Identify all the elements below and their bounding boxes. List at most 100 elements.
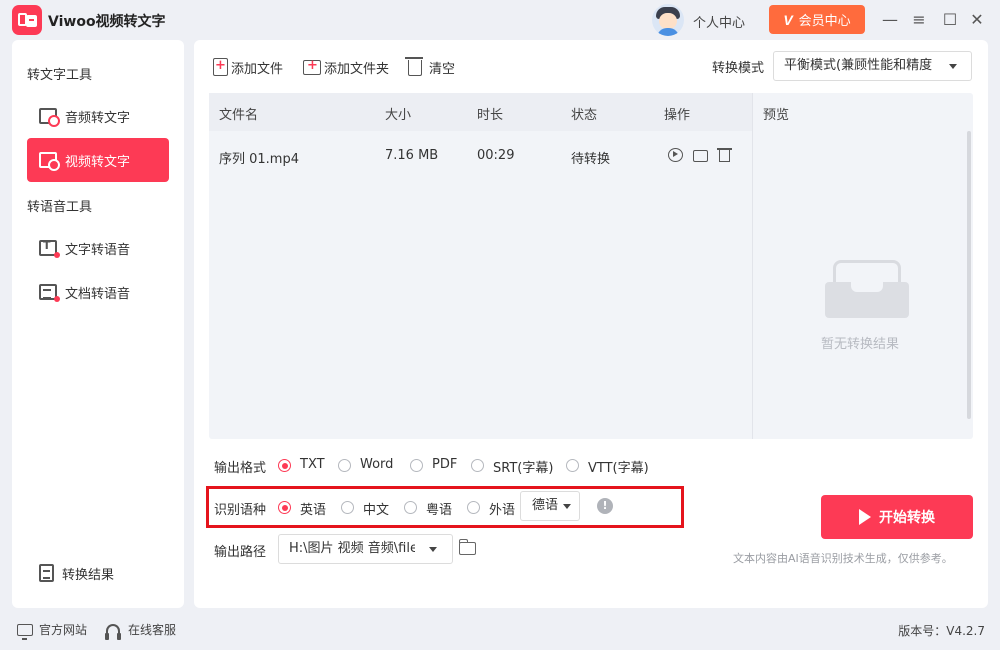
sidebar: 转文字工具 音频转文字 视频转文字 转语音工具 文字转语音 文档转语音 转换结果: [12, 40, 184, 608]
column-header-status: 状态: [571, 108, 598, 123]
chevron-down-icon: [429, 547, 437, 552]
column-header-name: 文件名: [219, 108, 259, 123]
info-icon[interactable]: !: [597, 498, 613, 514]
version-label: 版本号：V4.2.7: [898, 624, 985, 638]
table-header: 文件名 大小 时长 状态 操作: [209, 93, 752, 131]
sidebar-item-label: 音频转文字: [65, 110, 131, 126]
foreign-language-value: 德语: [532, 498, 559, 513]
language-option-chinese[interactable]: 中文: [363, 499, 389, 518]
format-radio-pdf[interactable]: [410, 459, 423, 472]
chevron-down-icon: [563, 504, 571, 509]
file-list-panel: 文件名 大小 时长 状态 操作 序列 01.mp4 7.16 MB 00:29 …: [209, 93, 973, 439]
app-title: Viwoo视频转文字: [48, 14, 166, 30]
profile-link[interactable]: 个人中心: [693, 12, 745, 31]
add-file-label: 添加文件: [231, 61, 284, 77]
sidebar-item-label: 文字转语音: [65, 242, 131, 258]
add-file-icon: [213, 58, 228, 76]
sidebar-item-text-to-speech[interactable]: 文字转语音: [27, 226, 169, 270]
column-header-size: 大小: [385, 108, 412, 123]
results-document-icon: [39, 564, 54, 582]
sidebar-group-title: 转文字工具: [27, 68, 93, 83]
title-bar: Viwoo视频转文字 个人中心 V 会员中心 — ≡ ☐ ✕: [0, 0, 1000, 40]
output-path-value: H:\图片 视频 音频\file: [289, 541, 418, 556]
close-icon[interactable]: ✕: [967, 10, 987, 30]
cell-duration: 00:29: [477, 148, 515, 163]
open-folder-icon[interactable]: [693, 150, 708, 162]
vip-center-button[interactable]: V 会员中心: [769, 5, 865, 34]
conversion-mode-label: 转换模式: [712, 61, 765, 76]
format-radio-vtt[interactable]: [566, 459, 579, 472]
app-logo-icon: [12, 5, 42, 35]
panel-divider: [752, 93, 753, 439]
foreign-language-select[interactable]: 德语: [520, 491, 580, 521]
add-file-button[interactable]: 添加文件: [213, 56, 283, 78]
trash-icon: [405, 57, 423, 76]
format-option-srt[interactable]: SRT(字幕): [493, 457, 553, 476]
cell-file-name: 序列 01.mp4: [219, 152, 299, 167]
format-option-word[interactable]: Word: [360, 457, 393, 472]
vip-icon: V: [783, 11, 793, 28]
output-path-select[interactable]: H:\图片 视频 音频\file: [278, 534, 453, 564]
output-format-label: 输出格式: [214, 461, 267, 476]
format-option-pdf[interactable]: PDF: [432, 457, 457, 472]
sidebar-item-label: 视频转文字: [65, 154, 131, 170]
conversion-mode-value: 平衡模式(兼顾性能和精度: [784, 58, 933, 73]
vip-center-label: 会员中心: [798, 13, 851, 28]
delete-icon[interactable]: [717, 148, 732, 162]
minimize-icon[interactable]: —: [880, 10, 900, 30]
format-radio-word[interactable]: [338, 459, 351, 472]
maximize-icon[interactable]: ☐: [940, 10, 960, 30]
sidebar-item-video-to-text[interactable]: 视频转文字: [27, 138, 169, 182]
output-path-label: 输出路径: [214, 545, 267, 560]
monitor-icon: [17, 623, 33, 640]
language-option-cantonese[interactable]: 粤语: [426, 499, 452, 518]
sidebar-item-document-to-speech[interactable]: 文档转语音: [27, 270, 169, 314]
preview-scrollbar[interactable]: [967, 131, 971, 419]
online-support-link[interactable]: 在线客服: [105, 621, 177, 640]
browse-folder-icon[interactable]: [459, 539, 476, 555]
column-header-operations: 操作: [664, 108, 691, 123]
format-radio-srt[interactable]: [471, 459, 484, 472]
clear-label: 清空: [429, 61, 456, 77]
format-option-txt[interactable]: TXT: [300, 457, 325, 472]
headset-icon: [105, 623, 121, 640]
sidebar-item-label: 转换结果: [62, 567, 115, 583]
cell-status: 待转换: [571, 152, 611, 167]
main-panel: 添加文件 添加文件夹 清空 转换模式 平衡模式(兼顾性能和精度 文件名 大小 时…: [194, 40, 988, 608]
official-website-label: 官方网站: [39, 623, 88, 637]
play-icon[interactable]: [668, 148, 683, 162]
official-website-link[interactable]: 官方网站: [17, 621, 88, 640]
sidebar-item-label: 文档转语音: [65, 286, 131, 302]
language-radio-chinese[interactable]: [341, 501, 354, 514]
format-radio-txt[interactable]: [278, 459, 291, 472]
sidebar-group-title: 转语音工具: [27, 200, 93, 215]
menu-icon[interactable]: ≡: [909, 10, 929, 30]
language-option-english[interactable]: 英语: [300, 499, 326, 518]
column-header-duration: 时长: [477, 108, 504, 123]
conversion-mode-select[interactable]: 平衡模式(兼顾性能和精度: [773, 51, 972, 81]
text-to-speech-icon: [39, 239, 60, 258]
sidebar-item-results[interactable]: 转换结果: [27, 551, 169, 595]
start-conversion-button[interactable]: 开始转换: [821, 495, 973, 539]
sidebar-item-audio-to-text[interactable]: 音频转文字: [27, 94, 169, 138]
online-support-label: 在线客服: [128, 623, 177, 637]
language-radio-cantonese[interactable]: [404, 501, 417, 514]
language-option-foreign[interactable]: 外语: [489, 499, 515, 518]
video-to-text-icon: [39, 152, 60, 171]
preview-title: 预览: [763, 108, 790, 123]
language-radio-foreign[interactable]: [467, 501, 480, 514]
clear-button[interactable]: 清空: [405, 56, 456, 78]
user-avatar[interactable]: [652, 4, 684, 36]
cell-file-size: 7.16 MB: [385, 148, 439, 163]
add-folder-button[interactable]: 添加文件夹: [303, 56, 389, 78]
chevron-down-icon: [949, 64, 957, 69]
language-label: 识别语种: [214, 503, 267, 518]
ai-disclaimer-text: 文本内容由AI语音识别技术生成，仅供参考。: [733, 552, 953, 565]
empty-result-text: 暂无转换结果: [821, 337, 900, 352]
language-radio-english[interactable]: [278, 501, 291, 514]
start-conversion-label: 开始转换: [879, 509, 935, 525]
audio-to-text-icon: [39, 108, 60, 127]
empty-inbox-icon: [825, 260, 909, 320]
format-option-vtt[interactable]: VTT(字幕): [588, 457, 649, 476]
play-icon: [859, 509, 871, 525]
